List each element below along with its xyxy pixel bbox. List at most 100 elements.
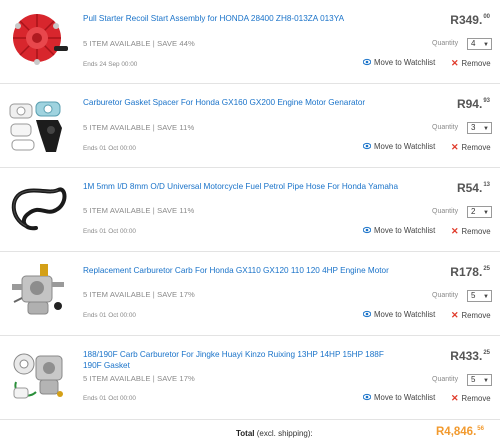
fuel-hose-icon[interactable] [6, 174, 72, 240]
watchlist-icon [363, 142, 371, 150]
total-cents: 56 [477, 426, 484, 432]
remove-label: Remove [461, 394, 491, 403]
price-cents: 93 [483, 98, 490, 104]
price-main: R433. [450, 349, 483, 363]
quantity-select[interactable]: 3 ▼ [467, 122, 492, 134]
close-icon: ✕ [451, 142, 459, 152]
close-icon: ✕ [451, 393, 459, 403]
recoil-starter-icon[interactable] [6, 6, 72, 72]
chevron-down-icon: ▼ [483, 378, 489, 384]
close-icon: ✕ [451, 58, 459, 68]
quantity-label: Quantity [432, 292, 459, 299]
price-main: R54. [456, 181, 483, 195]
watchlist-icon [363, 310, 371, 318]
item-price: R54.13 [457, 181, 490, 195]
move-to-watchlist-link[interactable]: Move to Watchlist [363, 393, 435, 402]
price-cents: 00 [483, 14, 490, 20]
item-end-date: Ends 01 Oct 00:00 [83, 145, 136, 152]
gasket-set-icon[interactable] [6, 90, 72, 156]
quantity-value: 3 [471, 123, 476, 132]
watchlist-icon [363, 393, 371, 401]
price-cents: 25 [483, 350, 490, 356]
quantity-label: Quantity [432, 376, 459, 383]
watchlist-label: Move to Watchlist [374, 226, 436, 235]
remove-item-button[interactable]: ✕ Remove [451, 58, 491, 69]
carburetor-gasket-icon[interactable] [6, 342, 72, 408]
total-label: Total (excl. shipping): [236, 429, 313, 438]
price-main: R94. [456, 97, 483, 111]
quantity-value: 5 [471, 291, 476, 300]
item-price: R349.00 [450, 13, 490, 27]
quantity-value: 4 [471, 39, 476, 48]
total-title: Total [236, 429, 255, 438]
cart-item: Pull Starter Recoil Start Assembly for H… [0, 0, 500, 84]
quantity-select[interactable]: 2 ▼ [467, 206, 492, 218]
carburetor-icon[interactable] [6, 258, 72, 324]
cart-item: 1M 5mm I/D 8mm O/D Universal Motorcycle … [0, 168, 500, 252]
quantity-control: Quantity 4 ▼ [432, 38, 492, 50]
move-to-watchlist-link[interactable]: Move to Watchlist [363, 58, 435, 67]
quantity-select[interactable]: 5 ▼ [467, 290, 492, 302]
move-to-watchlist-link[interactable]: Move to Watchlist [363, 310, 435, 319]
item-availability: 5 ITEM AVAILABLE | SAVE 11% [83, 206, 195, 215]
quantity-control: Quantity 2 ▼ [432, 206, 492, 218]
cart-item: Carburetor Gasket Spacer For Honda GX160… [0, 84, 500, 168]
chevron-down-icon: ▼ [483, 294, 489, 300]
quantity-select[interactable]: 4 ▼ [467, 38, 492, 50]
item-title-link[interactable]: 1M 5mm I/D 8mm O/D Universal Motorcycle … [83, 182, 403, 193]
item-title-link[interactable]: Replacement Carburetor Carb For Honda GX… [83, 266, 403, 277]
remove-item-button[interactable]: ✕ Remove [451, 310, 491, 321]
move-to-watchlist-link[interactable]: Move to Watchlist [363, 142, 435, 151]
watchlist-label: Move to Watchlist [374, 393, 436, 402]
chevron-down-icon: ▼ [483, 210, 489, 216]
total-main: R4,846. [436, 426, 477, 438]
chevron-down-icon: ▼ [483, 42, 489, 48]
item-availability: 5 ITEM AVAILABLE | SAVE 11% [83, 123, 195, 132]
remove-label: Remove [461, 227, 491, 236]
item-end-date: Ends 24 Sep 00:00 [83, 61, 138, 68]
quantity-control: Quantity 3 ▼ [432, 122, 492, 134]
cart-total-row: Total (excl. shipping): R4,846.56 [0, 420, 500, 447]
close-icon: ✕ [451, 310, 459, 320]
quantity-label: Quantity [432, 124, 459, 131]
price-main: R349. [450, 13, 483, 27]
item-end-date: Ends 01 Oct 00:00 [83, 395, 136, 402]
item-price: R178.25 [450, 265, 490, 279]
item-availability: 5 ITEM AVAILABLE | SAVE 17% [83, 290, 195, 299]
remove-item-button[interactable]: ✕ Remove [451, 393, 491, 404]
item-price: R433.25 [450, 349, 490, 363]
item-title-link[interactable]: Carburetor Gasket Spacer For Honda GX160… [83, 98, 403, 109]
close-icon: ✕ [451, 226, 459, 236]
price-cents: 25 [483, 266, 490, 272]
remove-label: Remove [461, 59, 491, 68]
price-cents: 13 [483, 182, 490, 188]
item-end-date: Ends 01 Oct 00:00 [83, 312, 136, 319]
total-note: (excl. shipping): [254, 429, 313, 438]
quantity-control: Quantity 5 ▼ [432, 290, 492, 302]
item-end-date: Ends 01 Oct 00:00 [83, 228, 136, 235]
quantity-label: Quantity [432, 40, 459, 47]
cart-item: 188/190F Carb Carburetor For Jingke Huay… [0, 336, 500, 420]
quantity-value: 2 [471, 207, 476, 216]
quantity-control: Quantity 5 ▼ [432, 374, 492, 386]
total-amount: R4,846.56 [436, 426, 484, 438]
move-to-watchlist-link[interactable]: Move to Watchlist [363, 226, 435, 235]
cart-item: Replacement Carburetor Carb For Honda GX… [0, 252, 500, 336]
item-title-link[interactable]: 188/190F Carb Carburetor For Jingke Huay… [83, 350, 403, 371]
chevron-down-icon: ▼ [483, 126, 489, 132]
item-availability: 5 ITEM AVAILABLE | SAVE 17% [83, 374, 195, 383]
remove-label: Remove [461, 311, 491, 320]
remove-item-button[interactable]: ✕ Remove [451, 226, 491, 237]
price-main: R178. [450, 265, 483, 279]
watchlist-label: Move to Watchlist [374, 58, 436, 67]
quantity-label: Quantity [432, 208, 459, 215]
remove-item-button[interactable]: ✕ Remove [451, 142, 491, 153]
remove-label: Remove [461, 143, 491, 152]
item-title-link[interactable]: Pull Starter Recoil Start Assembly for H… [83, 14, 403, 25]
watchlist-icon [363, 226, 371, 234]
watchlist-label: Move to Watchlist [374, 142, 436, 151]
item-availability: 5 ITEM AVAILABLE | SAVE 44% [83, 39, 195, 48]
watchlist-label: Move to Watchlist [374, 310, 436, 319]
quantity-select[interactable]: 5 ▼ [467, 374, 492, 386]
item-price: R94.93 [457, 97, 490, 111]
